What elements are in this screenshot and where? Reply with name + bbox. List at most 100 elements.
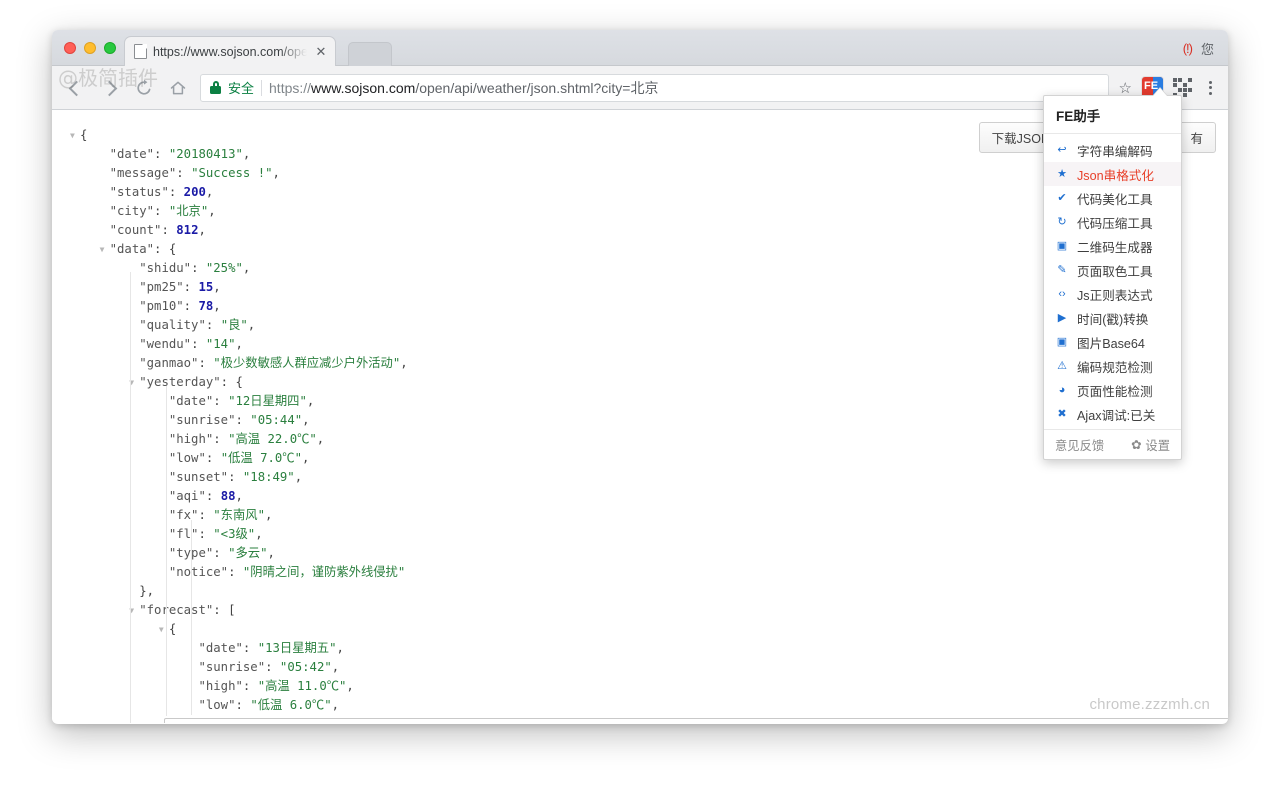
json-string-value: "05:44" bbox=[250, 413, 303, 427]
fe-menu-item-label: 字符串编解码 bbox=[1077, 144, 1153, 159]
address-bar[interactable]: 安全 https://www.sojson.com/open/api/weath… bbox=[200, 73, 1109, 102]
code-minify-icon: ↻ bbox=[1057, 215, 1067, 228]
secure-label: 安全 bbox=[228, 81, 255, 96]
ajax-debug-icon: ✖ bbox=[1057, 407, 1067, 420]
json-line: ▼"notice": "阴晴之间，谨防紫外线侵扰" bbox=[70, 563, 1214, 582]
close-tab-icon[interactable]: ✕ bbox=[313, 44, 329, 60]
json-line: ▼"aqi": 88, bbox=[70, 487, 1214, 506]
collapse-triangle-icon[interactable]: ▼ bbox=[70, 126, 80, 145]
json-string-value: "05:42" bbox=[279, 660, 332, 674]
fe-menu-item-code-lint[interactable]: ⚠ 编码规范检测 bbox=[1044, 354, 1181, 378]
fe-menu-item-label: 二维码生成器 bbox=[1077, 240, 1153, 255]
page-performance-icon: ◕ bbox=[1058, 383, 1066, 396]
json-line: ▼}, bbox=[70, 582, 1214, 601]
json-punctuation: : bbox=[235, 698, 251, 712]
json-caret-spacer: ▼ bbox=[100, 183, 110, 202]
json-punctuation: , bbox=[242, 147, 251, 161]
json-punctuation: : bbox=[205, 318, 221, 332]
json-punctuation: , bbox=[272, 166, 280, 180]
reload-icon[interactable] bbox=[134, 78, 154, 98]
new-tab-button[interactable] bbox=[348, 42, 392, 66]
fe-menu-item-timestamp-convert[interactable]: ▶ 时间(戳)转换 bbox=[1044, 306, 1181, 330]
json-line: ▼"fx": "东南风", bbox=[70, 506, 1214, 525]
forward-icon[interactable] bbox=[100, 78, 120, 98]
json-caret-spacer: ▼ bbox=[100, 145, 110, 164]
json-key: "high" bbox=[198, 679, 243, 693]
settings-link[interactable]: ✿ 设置 bbox=[1131, 436, 1170, 454]
json-punctuation: , bbox=[346, 679, 354, 693]
json-caret-spacer: ▼ bbox=[159, 430, 169, 449]
fe-menu-item-code-minify[interactable]: ↻ 代码压缩工具 bbox=[1044, 210, 1181, 234]
json-key: "date" bbox=[168, 394, 214, 408]
json-punctuation: , bbox=[264, 508, 273, 522]
fe-menu-item-json-format[interactable]: ★ Json串格式化 bbox=[1044, 162, 1181, 186]
maximize-window-button[interactable] bbox=[104, 42, 116, 54]
json-punctuation: }, bbox=[139, 584, 155, 598]
collapse-triangle-icon[interactable]: ▼ bbox=[100, 240, 110, 259]
json-punctuation: : { bbox=[154, 242, 177, 256]
browser-menu-icon[interactable] bbox=[1202, 80, 1218, 95]
json-caret-spacer: ▼ bbox=[159, 411, 169, 430]
json-punctuation: : bbox=[242, 679, 258, 693]
browser-tab[interactable]: https://www.sojson.com/open/ ✕ bbox=[124, 36, 336, 66]
fe-menu-item-label: 页面取色工具 bbox=[1077, 264, 1153, 279]
json-line: ▼"high": "高温 11.0℃", bbox=[70, 677, 1214, 696]
json-key: "date" bbox=[198, 641, 243, 655]
url-host: www.sojson.com bbox=[311, 79, 416, 96]
code-beautify-icon: ✔ bbox=[1057, 191, 1067, 204]
bookmark-star-icon[interactable]: ☆ bbox=[1119, 79, 1132, 97]
lock-icon bbox=[210, 81, 221, 94]
json-string-value: "18:49" bbox=[242, 470, 295, 484]
qrcode-generate-icon: ▣ bbox=[1056, 239, 1068, 252]
fe-menu-item-ajax-debug[interactable]: ✖ Ajax调试:已关 bbox=[1044, 402, 1181, 426]
collapse-triangle-icon[interactable]: ▼ bbox=[159, 620, 169, 639]
fe-panel-footer: 意见反馈 ✿ 设置 bbox=[1044, 429, 1181, 459]
json-line: ▼"type": "多云", bbox=[70, 544, 1214, 563]
settings-label: 设置 bbox=[1145, 438, 1170, 453]
fe-menu-item-code-beautify[interactable]: ✔ 代码美化工具 bbox=[1044, 186, 1181, 210]
color-picker-icon: ✎ bbox=[1057, 263, 1067, 276]
screenshot-root: https://www.sojson.com/open/ ✕ (!) 您 安全 … bbox=[0, 0, 1280, 800]
json-key: "low" bbox=[168, 451, 206, 465]
json-caret-spacer: ▼ bbox=[159, 468, 169, 487]
window-traffic-lights bbox=[64, 42, 116, 54]
user-label[interactable]: 您 bbox=[1201, 39, 1214, 58]
json-key: "date" bbox=[109, 147, 155, 161]
json-caret-spacer: ▼ bbox=[159, 544, 169, 563]
json-line: ▼"fl": "<3级", bbox=[70, 525, 1214, 544]
close-window-button[interactable] bbox=[64, 42, 76, 54]
json-line: ▼"sunset": "18:49", bbox=[70, 468, 1214, 487]
json-caret-spacer: ▼ bbox=[159, 392, 169, 411]
tab-strip: https://www.sojson.com/open/ ✕ (!) 您 bbox=[52, 30, 1228, 66]
json-string-value: "25%" bbox=[205, 261, 243, 275]
fe-menu-item-js-regex[interactable]: ‹› Js正则表达式 bbox=[1044, 282, 1181, 306]
home-icon[interactable] bbox=[168, 78, 188, 98]
fe-menu-item-page-performance[interactable]: ◕ 页面性能检测 bbox=[1044, 378, 1181, 402]
fe-menu-item-label: 代码压缩工具 bbox=[1077, 216, 1153, 231]
fe-panel-title: FE助手 bbox=[1044, 96, 1181, 134]
json-line: ▼"date": "13日星期五", bbox=[70, 639, 1214, 658]
json-punctuation: : bbox=[198, 508, 214, 522]
fe-menu-item-color-picker[interactable]: ✎ 页面取色工具 bbox=[1044, 258, 1181, 282]
fe-menu-item-image-base64[interactable]: ▣ 图片Base64 bbox=[1044, 330, 1181, 354]
json-string-value: "多云" bbox=[228, 546, 268, 560]
fe-menu-item-string-codec[interactable]: ↩ 字符串编解码 bbox=[1044, 138, 1181, 162]
back-icon[interactable] bbox=[66, 78, 86, 98]
json-key: "fl" bbox=[168, 527, 199, 541]
minimize-window-button[interactable] bbox=[84, 42, 96, 54]
fe-panel-caret bbox=[1153, 88, 1167, 96]
timestamp-convert-icon: ▶ bbox=[1057, 311, 1067, 324]
feedback-link[interactable]: 意见反馈 bbox=[1055, 436, 1104, 454]
json-caret-spacer: ▼ bbox=[188, 639, 198, 658]
json-punctuation: : bbox=[265, 660, 280, 674]
json-punctuation: , bbox=[302, 413, 310, 427]
json-punctuation: { bbox=[168, 622, 177, 636]
fe-menu-item-qrcode-generate[interactable]: ▣ 二维码生成器 bbox=[1044, 234, 1181, 258]
json-key: "shidu" bbox=[139, 261, 192, 275]
